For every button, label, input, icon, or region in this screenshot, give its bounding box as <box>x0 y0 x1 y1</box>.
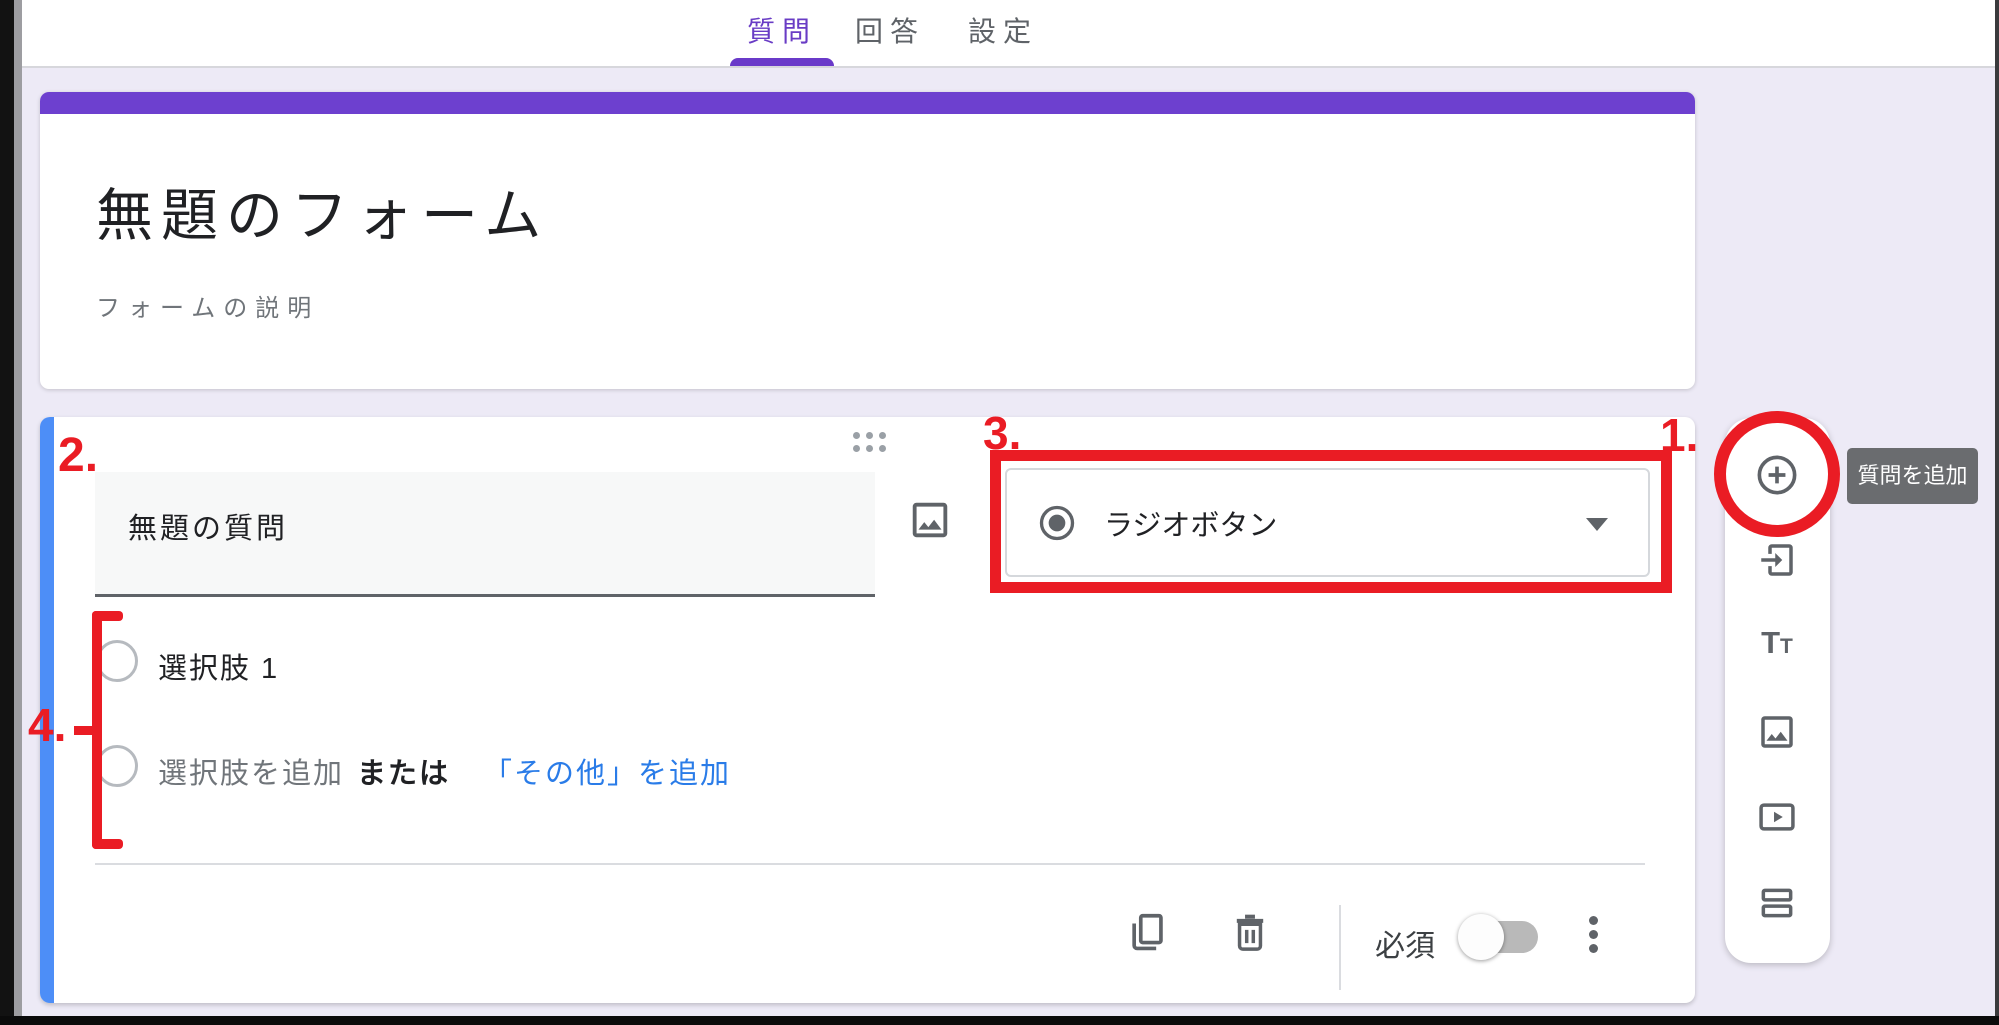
section-icon <box>1756 882 1798 924</box>
tab-settings[interactable]: 設定 <box>923 0 1083 64</box>
copy-icon <box>1125 911 1169 955</box>
theme-color-bar <box>40 92 1695 114</box>
window-right-edge <box>1995 0 1999 1025</box>
annotation-bracket <box>92 611 102 849</box>
option-1-label[interactable]: 選択肢 1 <box>158 645 279 687</box>
annotation-rectangle <box>990 450 1672 593</box>
form-title-field[interactable]: 無題のフォーム <box>96 170 549 252</box>
add-other-link[interactable]: 「その他」を追加 <box>483 750 731 792</box>
google-forms-editor: 質問 回答 設定 無題のフォーム フォームの説明 無題の質問 ラジオボタ <box>0 0 1999 1025</box>
active-tab-underline <box>730 58 834 66</box>
card-footer-divider <box>95 863 1645 865</box>
add-title-button[interactable]: TT <box>1753 619 1801 667</box>
required-label: 必須 <box>1375 921 1435 965</box>
annotation-bracket-bottom <box>92 839 123 849</box>
annotation-bracket-top <box>92 611 123 621</box>
delete-question-button[interactable] <box>1226 909 1274 957</box>
import-icon <box>1756 539 1798 581</box>
annotation-circle <box>1714 411 1840 537</box>
scrollbar[interactable] <box>14 0 22 1025</box>
annotation-step-2: 2. <box>58 428 98 483</box>
text-icon: TT <box>1761 625 1793 661</box>
top-tab-bar: 質問 回答 設定 <box>22 0 1995 68</box>
option-1-radio <box>96 640 138 682</box>
question-title-input[interactable]: 無題の質問 <box>95 472 875 597</box>
kebab-menu-icon <box>1589 916 1598 925</box>
duplicate-question-button[interactable] <box>1123 909 1171 957</box>
add-image-button[interactable] <box>1753 708 1801 756</box>
import-questions-button[interactable] <box>1753 536 1801 584</box>
form-description-field[interactable]: フォームの説明 <box>96 288 319 323</box>
add-section-button[interactable] <box>1753 879 1801 927</box>
trash-icon <box>1228 911 1272 955</box>
video-icon <box>1756 796 1798 838</box>
window-left-edge <box>0 0 14 1025</box>
add-video-button[interactable] <box>1753 793 1801 841</box>
add-image-to-question-button[interactable] <box>905 495 955 545</box>
annotation-bracket-tick <box>74 726 92 735</box>
annotation-step-4: 4. <box>28 698 66 752</box>
add-option-text[interactable]: 選択肢を追加 <box>158 750 344 792</box>
footer-divider <box>1339 905 1341 990</box>
more-options-button[interactable] <box>1589 916 1599 953</box>
required-toggle-knob[interactable] <box>1458 914 1504 960</box>
add-option-radio <box>96 745 138 787</box>
add-question-tooltip: 質問を追加 <box>1847 448 1978 504</box>
window-bottom-edge <box>0 1016 1999 1025</box>
drag-handle-icon[interactable] <box>853 432 887 452</box>
image-icon <box>1756 711 1798 753</box>
question-title-text: 無題の質問 <box>128 505 288 547</box>
image-icon <box>907 497 953 543</box>
form-header-card: 無題のフォーム フォームの説明 <box>40 92 1695 389</box>
or-text: または <box>357 750 450 792</box>
